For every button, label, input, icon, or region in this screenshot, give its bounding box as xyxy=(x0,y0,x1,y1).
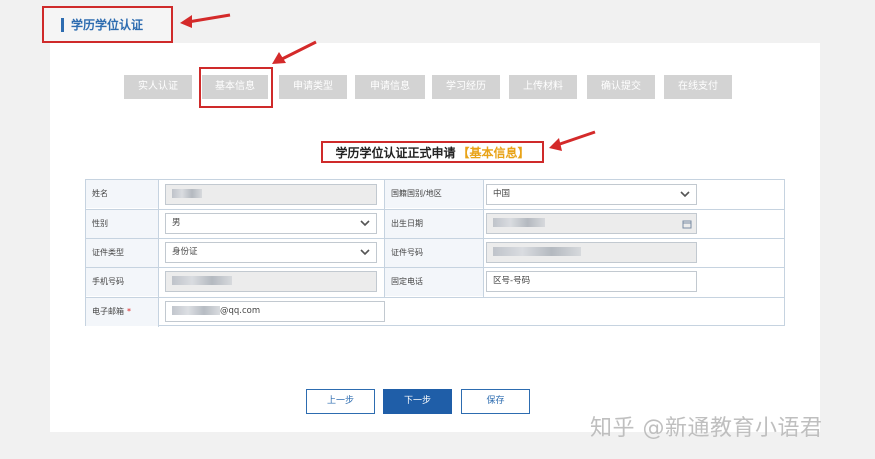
landline-value: 区号-号码 xyxy=(493,276,531,286)
email-suffix: @qq.com xyxy=(220,306,261,316)
chevron-down-icon xyxy=(360,220,370,227)
label-id-number: 证件号码 xyxy=(385,239,483,267)
label-gender: 性别 xyxy=(86,210,158,238)
label-email: 电子邮箱 * xyxy=(86,298,158,326)
step-application-type[interactable]: 申请类型 xyxy=(279,75,347,99)
id-number-field[interactable] xyxy=(486,242,697,263)
nationality-select[interactable]: 中国 xyxy=(486,184,697,205)
step-confirm-submit[interactable]: 确认提交 xyxy=(587,75,655,99)
label-email-text: 电子邮箱 xyxy=(92,307,124,316)
step-study-history[interactable]: 学习经历 xyxy=(432,75,500,99)
save-button[interactable]: 保存 xyxy=(461,389,530,414)
gender-value: 男 xyxy=(172,218,181,228)
basic-info-table: 姓名 国籍国别/地区 性别 出生日期 证件类型 证件号码 手机号码 固定电话 电… xyxy=(85,179,785,327)
mobile-field[interactable] xyxy=(165,271,377,292)
chevron-down-icon xyxy=(360,249,370,256)
label-landline: 固定电话 xyxy=(385,268,483,296)
step-upload-materials[interactable]: 上传材料 xyxy=(509,75,577,99)
name-field[interactable] xyxy=(165,184,377,205)
basic-info-highlight xyxy=(199,67,273,108)
header-accent-bar xyxy=(61,17,64,32)
page-title: 学历学位认证 xyxy=(71,18,144,32)
id-type-value: 身份证 xyxy=(172,247,198,257)
label-birthdate: 出生日期 xyxy=(385,210,483,238)
label-name: 姓名 xyxy=(86,180,158,208)
next-button[interactable]: 下一步 xyxy=(383,389,452,414)
form-title: 学历学位认证正式申请 【基本信息】 xyxy=(321,141,544,163)
form-title-text: 学历学位认证正式申请 xyxy=(335,145,456,160)
step-real-name[interactable]: 实人认证 xyxy=(124,75,192,99)
gender-select[interactable]: 男 xyxy=(165,213,377,234)
annotation-arrow-icon xyxy=(180,13,231,28)
nationality-value: 中国 xyxy=(493,189,511,199)
step-online-payment[interactable]: 在线支付 xyxy=(664,75,732,99)
birthdate-field[interactable] xyxy=(486,213,697,234)
landline-field[interactable]: 区号-号码 xyxy=(486,271,697,292)
chevron-down-icon xyxy=(680,191,690,198)
page-header-box: 学历学位认证 xyxy=(42,6,173,43)
step-tabs: 实人认证 基本信息 申请类型 申请信息 学习经历 上传材料 确认提交 在线支付 xyxy=(50,75,820,99)
prev-button[interactable]: 上一步 xyxy=(306,389,375,414)
label-mobile: 手机号码 xyxy=(86,268,158,296)
email-field[interactable]: @qq.com xyxy=(165,301,385,322)
watermark-text: 知乎 @新通教育小语君 xyxy=(590,416,823,441)
form-title-tag: 【基本信息】 xyxy=(457,145,530,160)
required-mark: * xyxy=(127,307,131,316)
calendar-icon xyxy=(682,220,692,229)
id-type-select[interactable]: 身份证 xyxy=(165,242,377,263)
step-application-info[interactable]: 申请信息 xyxy=(355,75,425,99)
label-id-type: 证件类型 xyxy=(86,239,158,267)
annotation-arrow-icon xyxy=(272,40,317,64)
label-nationality: 国籍国别/地区 xyxy=(385,180,483,208)
annotation-arrow-icon xyxy=(549,130,596,151)
form-card: 实人认证 基本信息 申请类型 申请信息 学习经历 上传材料 确认提交 在线支付 … xyxy=(50,40,820,432)
